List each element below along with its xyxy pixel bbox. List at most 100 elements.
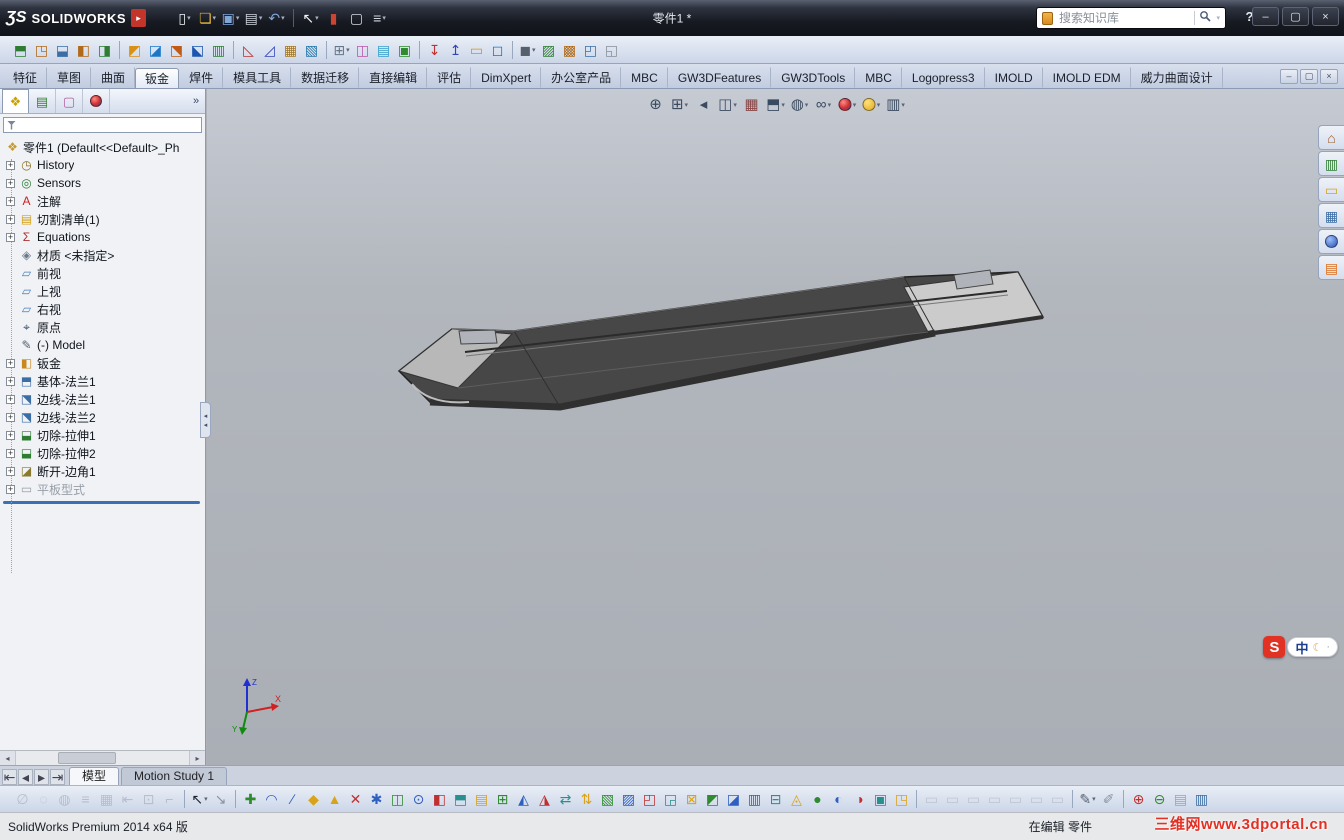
hide-show-items-button[interactable]: ∞ ▾	[813, 94, 834, 115]
tree-item[interactable]: ◈ 材质 <未指定>	[0, 246, 205, 264]
sheetmetal-icon-20[interactable]: ▣	[394, 39, 415, 61]
sheetmetal-icon-9[interactable]: ⬕	[187, 39, 208, 61]
appearances-tab[interactable]	[1318, 229, 1344, 254]
edit-appearance-button[interactable]: ▾	[837, 94, 858, 115]
graphics-area[interactable]: ⊕ ⊞ ▾ ◂ ◫ ▾ ▦ ⬒ ▾ ◍ ▾ ∞ ▾ ▾ ▾ ▥ ▾ ⌂ ▥ ▭ ▦ ▤ Z X Y S 中 ☾ ·	[207, 89, 1344, 765]
tree-item[interactable]: ▱ 上视	[0, 282, 205, 300]
undo-button[interactable]: ↶ ▾	[266, 7, 287, 29]
propertymanager-tab[interactable]: ▤	[29, 89, 56, 113]
expand-icon[interactable]: +	[6, 448, 15, 458]
tab-scroll-prev-button[interactable]: ◂	[18, 769, 33, 785]
sketch-icon-53[interactable]: ✎ ▾	[1077, 788, 1098, 810]
display-style-button[interactable]: ◍ ▾	[789, 94, 810, 115]
command-tab-办公室产品[interactable]: 办公室产品	[541, 67, 622, 88]
sketch-icon-54[interactable]: ✐	[1098, 788, 1119, 810]
command-tab-焊件[interactable]: 焊件	[179, 67, 224, 88]
sketch-icon-9[interactable]: ↖ ▾	[189, 788, 210, 810]
toolbar-collapse-button[interactable]: –	[1280, 68, 1298, 84]
toolbar-close-button[interactable]: ×	[1320, 68, 1338, 84]
custom-properties-tab[interactable]: ▤	[1318, 255, 1344, 280]
sheetmetal-icon-31[interactable]: ◱	[601, 39, 622, 61]
scroll-thumb[interactable]	[58, 752, 116, 764]
command-tab-评估[interactable]: 评估	[427, 67, 472, 88]
configurationmanager-tab[interactable]: ▢	[56, 89, 83, 113]
expand-icon[interactable]: +	[6, 196, 15, 206]
sheetmetal-icon-8[interactable]: ⬔	[166, 39, 187, 61]
expand-icon[interactable]: +	[6, 358, 15, 368]
sketch-icon-14[interactable]: ∕	[282, 788, 303, 810]
expand-icon[interactable]: +	[6, 214, 15, 224]
sketch-icon-35[interactable]: ◪	[723, 788, 744, 810]
sketch-icon-13[interactable]: ◠	[261, 788, 282, 810]
sheetmetal-icon-19[interactable]: ▤	[373, 39, 394, 61]
sheetmetal-icon-23[interactable]: ↥	[445, 39, 466, 61]
section-view-button[interactable]: ◫ ▾	[717, 94, 738, 115]
sketch-icon-56[interactable]: ⊕	[1128, 788, 1149, 810]
close-button[interactable]: ×	[1312, 7, 1339, 26]
sheetmetal-icon-12[interactable]: ◺	[238, 39, 259, 61]
sketch-icon-22[interactable]: ⬒	[450, 788, 471, 810]
expand-icon[interactable]: +	[6, 160, 15, 170]
tree-item[interactable]: + ⬒ 基体-法兰1	[0, 372, 205, 390]
sketch-icon-36[interactable]: ▥	[744, 788, 765, 810]
command-tab-IMOLD EDM[interactable]: IMOLD EDM	[1043, 67, 1131, 88]
sketch-icon-57[interactable]: ⊖	[1149, 788, 1170, 810]
minimize-button[interactable]: –	[1252, 7, 1279, 26]
panel-overflow-button[interactable]: »	[187, 89, 205, 113]
sketch-icon-20[interactable]: ⊙	[408, 788, 429, 810]
document-tab-Motion Study 1[interactable]: Motion Study 1	[121, 767, 228, 785]
search-scope-caret-icon[interactable]: ▾	[1216, 14, 1220, 22]
save-button[interactable]: ▣ ▾	[220, 7, 241, 29]
ime-more-icon[interactable]: ·	[1326, 641, 1330, 653]
open-button[interactable]: ❏ ▾	[197, 7, 218, 29]
tree-hscrollbar[interactable]: ◂ ▸	[0, 750, 205, 765]
sketch-icon-30[interactable]: ▨	[618, 788, 639, 810]
view-palette-tab[interactable]: ▦	[1318, 203, 1344, 228]
tree-root[interactable]: ❖ 零件1 (Default<<Default>_Ph	[0, 138, 205, 156]
zoom-area-button[interactable]: ⊞ ▾	[669, 94, 690, 115]
featuremanager-tab[interactable]: ❖	[2, 89, 29, 113]
command-tab-GW3DTools[interactable]: GW3DTools	[771, 67, 856, 88]
expand-icon[interactable]: +	[6, 232, 15, 242]
sheetmetal-icon-6[interactable]: ◩	[124, 39, 145, 61]
sketch-icon-27[interactable]: ⇄	[555, 788, 576, 810]
tree-item[interactable]: + ▭ 平板型式	[0, 480, 205, 498]
filter-bar[interactable]	[3, 117, 202, 133]
file-explorer-tab[interactable]: ▭	[1318, 177, 1344, 202]
tree-item[interactable]: ▱ 右视	[0, 300, 205, 318]
zoom-fit-button[interactable]: ⊕	[645, 94, 666, 115]
tree-item[interactable]: ✎ (-) Model	[0, 336, 205, 354]
sheetmetal-icon-14[interactable]: ▦	[280, 39, 301, 61]
sheetmetal-icon-15[interactable]: ▧	[301, 39, 322, 61]
tree-item[interactable]: + ⬓ 切除-拉伸1	[0, 426, 205, 444]
command-tab-数据迁移[interactable]: 数据迁移	[291, 67, 360, 88]
sheetmetal-icon-2[interactable]: ⬓	[52, 39, 73, 61]
tree-item[interactable]: + ⬔ 边线-法兰1	[0, 390, 205, 408]
command-tab-Logopress3[interactable]: Logopress3	[902, 67, 985, 88]
sheetmetal-icon-18[interactable]: ◫	[352, 39, 373, 61]
view-orientation-button[interactable]: ⬒ ▾	[765, 94, 786, 115]
design-library-tab[interactable]: ▥	[1318, 151, 1344, 176]
maximize-button[interactable]: ▢	[1282, 7, 1309, 26]
command-tab-草图[interactable]: 草图	[47, 67, 92, 88]
sketch-icon-26[interactable]: ◮	[534, 788, 555, 810]
command-tab-曲面[interactable]: 曲面	[91, 67, 136, 88]
sketch-icon-28[interactable]: ⇅	[576, 788, 597, 810]
part-model[interactable]	[207, 89, 1344, 765]
command-tab-模具工具[interactable]: 模具工具	[223, 67, 292, 88]
view-settings-button[interactable]: ▥ ▾	[885, 94, 906, 115]
sketch-icon-31[interactable]: ◰	[639, 788, 660, 810]
print-button[interactable]: ▤ ▾	[243, 7, 264, 29]
sketch-icon-17[interactable]: ✕	[345, 788, 366, 810]
sheetmetal-icon-3[interactable]: ◧	[73, 39, 94, 61]
sheetmetal-icon-27[interactable]: ◼ ▾	[517, 39, 538, 61]
select-button[interactable]: ↖ ▾	[300, 7, 321, 29]
sheetmetal-icon-1[interactable]: ◳	[31, 39, 52, 61]
toolbar-float-button[interactable]: ▢	[1300, 68, 1318, 84]
sketch-icon-25[interactable]: ◭	[513, 788, 534, 810]
solidworks-resources-tab[interactable]: ⌂	[1318, 125, 1344, 150]
tree-item[interactable]: + ◷ History	[0, 156, 205, 174]
sketch-icon-15[interactable]: ◆	[303, 788, 324, 810]
tree-item[interactable]: + ⬔ 边线-法兰2	[0, 408, 205, 426]
sheetmetal-icon-28[interactable]: ▨	[538, 39, 559, 61]
